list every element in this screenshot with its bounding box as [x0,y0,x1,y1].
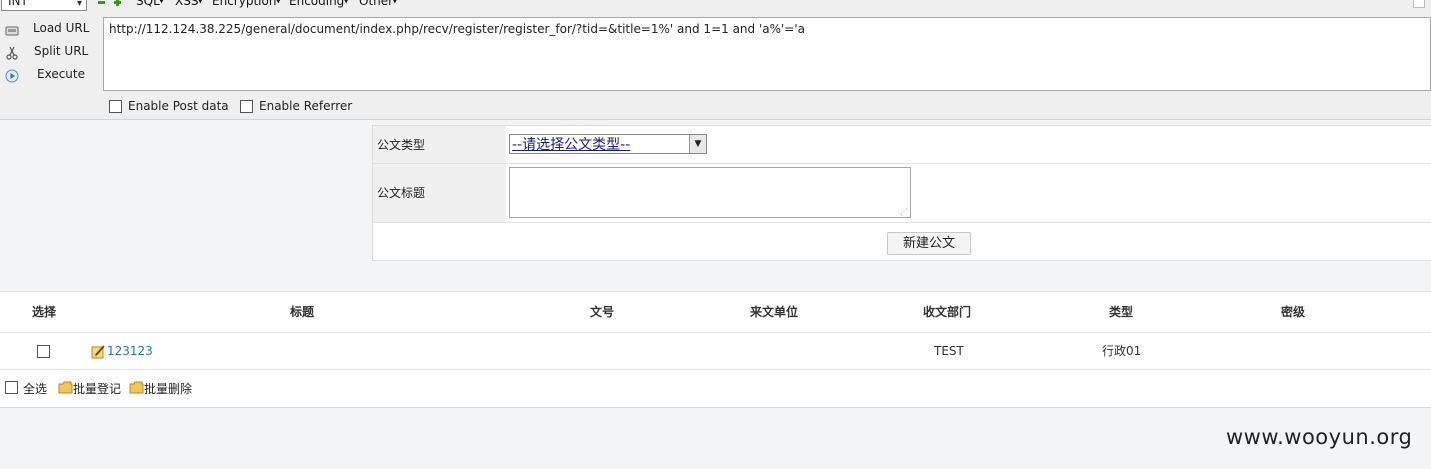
header-doc-number: 文号 [590,305,615,319]
row-checkbox[interactable] [37,345,50,358]
header-select: 选择 [32,305,57,319]
checkbox-box[interactable] [240,100,253,113]
dropdown-arrow-icon: ▾ [159,0,164,6]
type-dropdown[interactable]: INT ▾ [1,0,87,11]
chevron-down-icon: ▼ [689,135,706,153]
header-title: 标题 [290,305,315,319]
row-title-link[interactable]: 123123 [107,333,153,369]
edit-icon[interactable] [91,344,106,359]
enable-referrer-label: Enable Referrer [259,99,353,113]
chevron-down-icon: ▾ [76,0,82,9]
header-secrecy: 密级 [1281,305,1306,319]
resize-grip-icon[interactable]: ⋰ [900,207,908,216]
header-type: 类型 [1109,305,1134,319]
folder-icon [129,381,144,394]
split-url-label: Split URL [34,44,89,58]
url-textarea[interactable]: http://112.124.38.225/general/document/i… [103,17,1431,91]
doc-type-select[interactable]: --请选择公文类型-- ▼ [509,134,707,154]
row-receiving-dept: TEST [934,344,964,358]
load-url-icon [5,26,19,36]
hackbar-toolbar: INT ▾ SQL▾ XSS▾ Encryption▾ Encoding▾ Ot… [0,0,1431,120]
execute-label: Execute [37,67,85,81]
menu-sql-label: SQL [136,0,160,8]
batch-register-label: 批量登记 [73,382,122,396]
dropdown-arrow-icon: ▾ [276,0,280,6]
batch-delete-label: 批量删除 [144,382,193,396]
plus-icon[interactable] [113,0,122,7]
minus-icon[interactable] [97,0,106,7]
menu-encoding-label: Encoding [289,0,345,8]
collapse-button[interactable] [1413,0,1425,8]
menu-xss-label: XSS [175,0,199,8]
menu-xss[interactable]: XSS▾ [175,0,202,8]
hackbar-menu-bar: INT ▾ SQL▾ XSS▾ Encryption▾ Encoding▾ Ot… [0,0,1431,13]
dropdown-arrow-icon: ▾ [198,0,202,6]
menu-sql[interactable]: SQL▾ [136,0,163,8]
scissors-icon [6,46,18,60]
watermark: www.wooyun.org [1226,425,1413,449]
doc-type-select-value: --请选择公文类型-- [512,137,631,153]
menu-encryption[interactable]: Encryption▾ [212,0,280,8]
row-type: 行政01 [1102,344,1142,358]
header-divider [0,332,1431,333]
menu-encoding[interactable]: Encoding▾ [289,0,348,8]
doc-title-label: 公文标题 [373,164,506,223]
menu-encryption-label: Encryption [212,0,277,8]
type-dropdown-value: INT [8,0,28,8]
select-all-checkbox[interactable] [5,381,18,394]
folder-icon [58,381,73,394]
row-divider [506,222,1431,223]
checkbox-box[interactable] [109,100,122,113]
load-url-label: Load URL [33,21,90,35]
dropdown-arrow-icon: ▾ [393,0,397,6]
row-divider [506,163,1431,164]
menu-other[interactable]: Other▾ [359,0,397,8]
header-from-unit: 来文单位 [750,305,799,319]
new-document-form: 公文类型 --请选择公文类型-- ▼ 公文标题 ⋰ 新建公文 [372,125,1431,261]
page-content: 公文类型 --请选择公文类型-- ▼ 公文标题 ⋰ 新建公文 选择 标题 文号 … [0,120,1431,469]
doc-title-textarea[interactable]: ⋰ [509,167,911,218]
play-icon [5,69,19,83]
header-receiving-dept: 收文部门 [923,305,972,319]
table-footer: 全选 批量登记 批量删除 [0,370,1431,406]
new-document-button[interactable]: 新建公文 [887,232,971,255]
menu-other-label: Other [359,0,394,8]
document-list-table: 选择 标题 文号 来文单位 收文部门 类型 密级 123123 TEST 行政0… [0,291,1431,408]
doc-type-label: 公文类型 [373,126,506,164]
select-all-label: 全选 [23,382,48,396]
enable-post-label: Enable Post data [128,99,229,113]
dropdown-arrow-icon: ▾ [344,0,348,6]
